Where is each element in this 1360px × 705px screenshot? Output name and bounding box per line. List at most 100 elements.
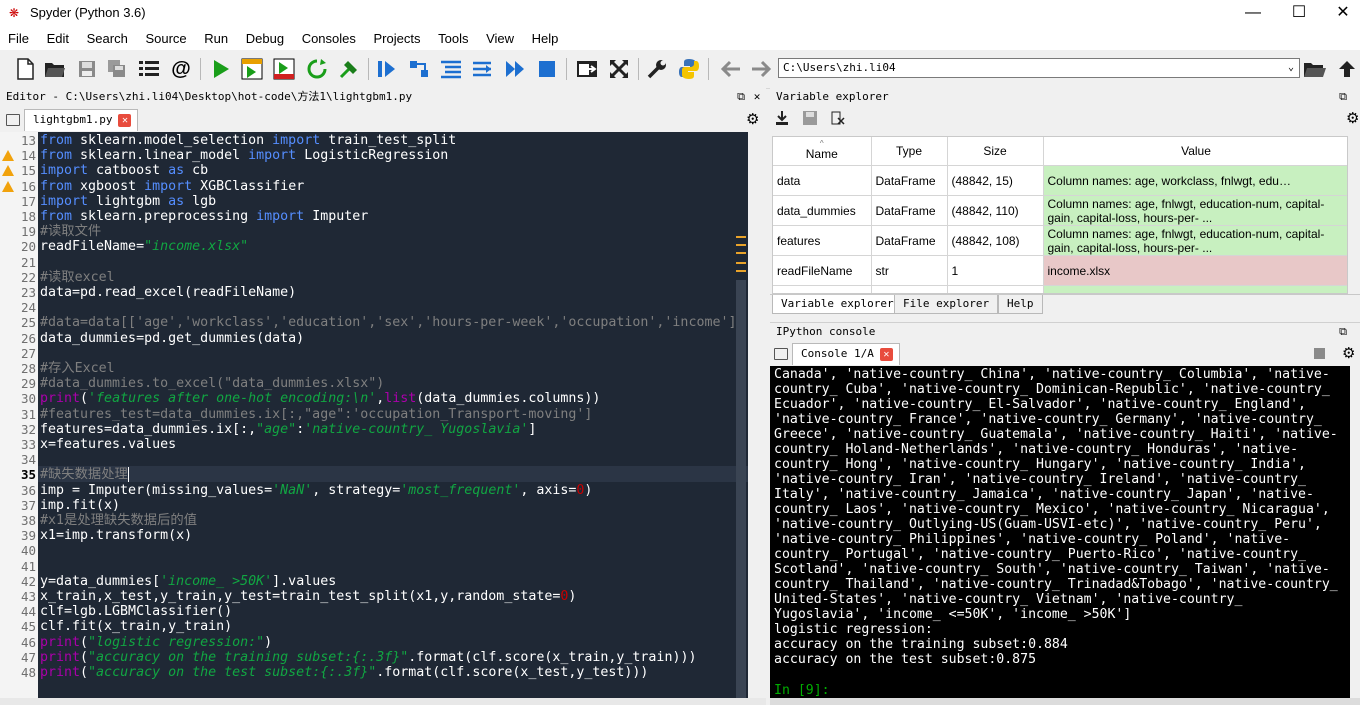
code-line[interactable]: readFileName="income.xlsx" [40,239,248,254]
run-icon[interactable] [208,56,234,82]
code-line[interactable]: from sklearn.model_selection import trai… [40,133,456,148]
open-file-icon[interactable] [42,56,68,82]
code-line[interactable]: x_train,x_test,y_train,y_test=train_test… [40,589,576,604]
preferences-wrench-icon[interactable] [644,56,670,82]
variable-row[interactable]: features DataFrame (48842, 108) Column name… [773,225,1347,256]
console-output[interactable]: Canada', 'native-country_ China', 'nativ… [770,366,1350,698]
variable-table[interactable]: ^ Name Type Size Value data DataFrame (4884… [772,136,1348,294]
code-line[interactable]: x1=imp.transform(x) [40,528,192,543]
menu-help[interactable]: Help [526,28,565,50]
run-cell-advance-icon[interactable] [272,56,298,82]
code-line[interactable]: print("logistic regression:") [40,635,272,650]
editor-scroll-thumb[interactable] [736,280,746,698]
browse-tabs-icon[interactable] [774,348,788,360]
menu-file[interactable]: File [2,28,35,50]
new-file-icon[interactable] [12,56,38,82]
undock-icon[interactable]: ⧉ [1336,88,1350,106]
code-line[interactable]: #读取文件 [40,224,101,239]
code-line[interactable]: import catboost as cb [40,163,208,178]
gear-icon[interactable]: ⚙ [746,110,759,128]
continue-icon[interactable] [502,56,528,82]
code-line[interactable]: data=pd.read_excel(readFileName) [40,285,296,300]
menu-edit[interactable]: Edit [41,28,75,50]
code-line[interactable]: clf=lgb.LGBMClassifier() [40,604,232,619]
code-line[interactable]: print("accuracy on the training subset:{… [40,650,696,665]
menu-search[interactable]: Search [81,28,134,50]
variable-type[interactable]: DataFrame [871,195,948,226]
step-return-icon[interactable] [470,56,496,82]
variable-name[interactable]: data_dummies [773,195,872,226]
code-line[interactable]: from sklearn.preprocessing import Impute… [40,209,368,224]
code-line[interactable]: data_dummies=pd.get_dummies(data) [40,331,304,346]
forward-arrow-icon[interactable] [748,56,774,82]
column-header-type[interactable]: Type [871,137,948,166]
tab-variable-explorer[interactable]: Variable explorer [772,295,903,314]
menu-view[interactable]: View [480,28,520,50]
menu-tools[interactable]: Tools [432,28,474,50]
variable-value[interactable]: array([[ 3.90000000e+01, 7.75160000e+0… [1043,285,1347,293]
step-icon[interactable] [406,56,432,82]
variable-size[interactable]: (48842, 15) [947,165,1044,196]
variable-row[interactable]: readFileName str 1 income.xlsx [773,255,1347,286]
run-selection-icon[interactable] [304,56,330,82]
undock-icon[interactable]: ⧉ [1336,323,1350,341]
code-editor[interactable]: 13 14 15 16 17 18 19 20 21 22 23 24 25 26 27 28 29 30 31 32… [0,132,748,698]
code-line[interactable]: #读取excel [40,270,115,285]
file-list-icon[interactable] [136,56,162,82]
close-tab-icon[interactable]: ✕ [879,347,893,361]
variable-row[interactable]: xfloat64(48842, 10array([[ 3.90000000e+0… [773,285,1347,293]
code-line[interactable]: import lightgbm as lgb [40,194,216,209]
variable-value[interactable]: Column names: age, fnlwgt, education-num… [1043,225,1347,256]
at-sign-icon[interactable]: @ [168,56,194,82]
browse-folder-icon[interactable] [1302,56,1328,82]
browse-tabs-icon[interactable] [6,114,20,126]
variable-type[interactable]: str [871,255,948,286]
variable-value[interactable]: income.xlsx [1043,255,1347,286]
variable-value[interactable]: Column names: age, fnlwgt, education-num… [1043,195,1347,226]
save-icon[interactable] [74,56,100,82]
warning-icon[interactable] [2,180,14,192]
import-data-icon[interactable] [774,110,790,129]
code-line[interactable]: #data=data[['age','workclass','education… [40,315,744,330]
variable-size[interactable]: (48842, 110) [947,195,1044,226]
code-line[interactable]: imp.fit(x) [40,498,120,513]
maximize-pane-icon[interactable] [574,56,600,82]
remove-variables-icon[interactable] [830,110,846,129]
menu-run[interactable]: Run [198,28,234,50]
console-scrollbar[interactable] [1350,366,1360,698]
close-pane-icon[interactable]: ✕ [750,88,764,106]
menu-source[interactable]: Source [139,28,192,50]
warning-icon[interactable] [2,150,14,162]
variable-table-scrollbar[interactable] [1348,136,1360,294]
menu-consoles[interactable]: Consoles [296,28,362,50]
save-all-icon[interactable] [104,56,130,82]
code-line[interactable]: #缺失数据处理 [40,467,129,483]
code-line[interactable]: imp = Imputer(missing_values='NaN', stra… [40,483,592,498]
console-prompt[interactable]: In [9]: [774,683,830,698]
variable-name[interactable]: features [773,225,872,256]
code-line[interactable]: clf.fit(x_train,y_train) [40,619,232,634]
variable-name[interactable]: data [773,165,872,196]
code-line[interactable]: print('features after one-hot encoding:\… [40,391,600,406]
column-header-size[interactable]: Size [947,137,1044,166]
code-line[interactable]: #存入Excel [40,361,115,376]
column-header-name[interactable]: ^ Name [773,137,872,166]
tab-console-1a[interactable]: Console 1/A ✕ [792,343,900,365]
column-header-value[interactable]: Value [1043,137,1347,166]
fullscreen-icon[interactable] [606,56,632,82]
variable-name[interactable]: readFileName [773,255,872,286]
working-directory-field[interactable]: C:\Users\zhi.li04 ⌄ [778,58,1300,78]
step-into-icon[interactable] [438,56,464,82]
variable-row[interactable]: data_dummies DataFrame (48842, 110) Column … [773,195,1347,226]
code-line[interactable]: print("accuracy on the test subset:{:.3f… [40,665,648,680]
code-line[interactable]: #data_dummies.to_excel("data_dummies.xls… [40,376,384,391]
code-line[interactable]: y=data_dummies['income_ >50K'].values [40,574,336,589]
maximize-button[interactable]: ☐ [1276,0,1322,28]
back-arrow-icon[interactable] [718,56,744,82]
variable-name[interactable]: x [773,285,872,293]
re-run-last-icon[interactable] [336,56,362,82]
code-line[interactable]: from xgboost import XGBClassifier [40,179,304,194]
close-tab-icon[interactable]: ✕ [118,113,132,127]
menu-projects[interactable]: Projects [368,28,427,50]
variable-type[interactable]: DataFrame [871,225,948,256]
